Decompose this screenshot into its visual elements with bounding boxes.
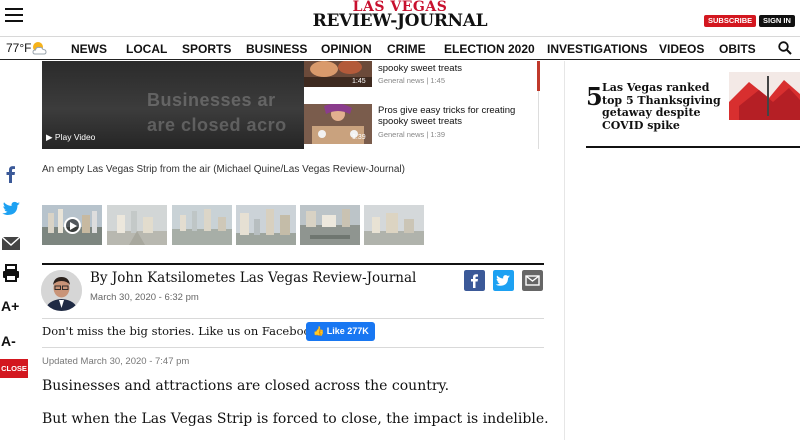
nav-item-obits[interactable]: OBITS xyxy=(719,42,756,56)
play-video-label: Play Video xyxy=(54,132,96,142)
gallery-thumb-image xyxy=(300,205,360,245)
gallery-thumb[interactable] xyxy=(42,205,102,245)
facebook-promo-text: Don't miss the big stories. Like us on F… xyxy=(42,324,322,338)
article-paragraph: But when the Las Vegas Strip is forced t… xyxy=(42,411,549,427)
trending-headline[interactable]: Las Vegas ranked top 5 Thanksgiving geta… xyxy=(602,81,732,132)
publish-date: March 30, 2020 - 6:32 pm xyxy=(90,292,199,303)
play-video-button[interactable]: ▶ Play Video xyxy=(46,132,95,143)
main-nav: 77°F NEWS LOCAL SPORTS BUSINESS OPINION … xyxy=(0,36,800,60)
gallery-thumb[interactable] xyxy=(300,205,360,245)
playlist-title: Pros give easy tricks for creating spook… xyxy=(378,105,516,127)
updated-date: Updated March 30, 2020 - 7:47 pm xyxy=(42,356,190,367)
email-icon[interactable] xyxy=(0,233,22,253)
nav-item-election-2020[interactable]: ELECTION 2020 xyxy=(444,42,535,56)
gallery-thumb[interactable] xyxy=(236,205,296,245)
video-overlay-text: are closed acro xyxy=(147,115,287,135)
play-circle-icon xyxy=(64,217,81,234)
font-decrease-button[interactable]: A- xyxy=(1,333,16,349)
gallery-thumb-image xyxy=(236,205,296,245)
thumbs-up-icon: 👍 xyxy=(313,326,325,336)
gallery-thumb[interactable] xyxy=(107,205,167,245)
byline-outlet: Las Vegas Review-Journal xyxy=(239,270,417,286)
gallery-thumb[interactable] xyxy=(172,205,232,245)
author-link[interactable]: John Katsilometes xyxy=(112,270,236,286)
video-frame[interactable]: Businesses ar are closed acro ▶ Play Vid… xyxy=(42,61,304,149)
like-label: Like xyxy=(326,326,345,336)
weather-temperature[interactable]: 77°F xyxy=(6,41,31,55)
like-count: 277K xyxy=(347,326,369,336)
playlist-meta: General news | 1:45 xyxy=(378,76,445,85)
byline: By John Katsilometes Las Vegas Review-Jo… xyxy=(90,270,416,286)
facebook-like-button[interactable]: 👍 Like 277K xyxy=(306,322,375,341)
gallery-thumb-image xyxy=(172,205,232,245)
nav-item-crime[interactable]: CRIME xyxy=(387,42,426,56)
gallery-thumb[interactable] xyxy=(364,205,424,245)
aside-divider xyxy=(586,146,800,148)
trending-thumbnail[interactable] xyxy=(729,72,800,120)
play-icon: ▶ xyxy=(46,132,53,142)
playlist-duration: 1:45 xyxy=(352,78,366,85)
nav-item-news[interactable]: NEWS xyxy=(71,42,107,56)
video-overlay-text: Businesses ar xyxy=(147,90,276,110)
print-icon[interactable] xyxy=(0,263,22,283)
divider xyxy=(42,318,544,319)
nav-item-opinion[interactable]: OPINION xyxy=(321,42,372,56)
twitter-share-button[interactable] xyxy=(493,270,514,291)
nav-item-videos[interactable]: VIDEOS xyxy=(659,42,704,56)
trending-rank: 5 xyxy=(586,82,603,111)
sign-in-button[interactable]: SIGN IN xyxy=(759,15,795,27)
gallery-thumb-image xyxy=(364,205,424,245)
twitter-icon[interactable] xyxy=(0,199,22,219)
divider xyxy=(42,347,544,348)
facebook-icon[interactable] xyxy=(0,164,22,184)
playlist-item[interactable]: 1:39 Pros give easy tricks for creating … xyxy=(304,104,534,144)
byline-divider xyxy=(42,263,544,265)
site-header: LAS VEGAS REVIEW-JOURNAL SUBSCRIBE SIGN … xyxy=(0,0,800,36)
search-icon[interactable] xyxy=(778,41,792,55)
nav-item-business[interactable]: BUSINESS xyxy=(246,42,307,56)
facebook-share-button[interactable] xyxy=(464,270,485,291)
partly-cloudy-icon xyxy=(32,42,47,55)
column-divider xyxy=(564,61,565,440)
playlist-title: spooky sweet treats xyxy=(378,63,462,74)
nav-item-sports[interactable]: SPORTS xyxy=(182,42,231,56)
playlist-meta: General news | 1:39 xyxy=(378,130,445,139)
font-increase-button[interactable]: A+ xyxy=(1,298,19,314)
playlist-duration: 1:39 xyxy=(352,134,366,141)
logo-line-2: REVIEW-JOURNAL xyxy=(312,11,488,31)
hamburger-menu-icon[interactable] xyxy=(5,8,23,23)
video-playlist: 1:45 spooky sweet treats General news | … xyxy=(304,61,544,149)
close-button[interactable]: CLOSE xyxy=(0,359,28,378)
nav-item-local[interactable]: LOCAL xyxy=(126,42,167,56)
image-caption: An empty Las Vegas Strip from the air (M… xyxy=(42,164,405,175)
byline-prefix: By xyxy=(90,270,108,286)
video-player[interactable]: Businesses ar are closed acro ▶ Play Vid… xyxy=(42,61,544,149)
avatar[interactable] xyxy=(41,270,82,311)
article-paragraph: Businesses and attractions are closed ac… xyxy=(42,378,450,394)
site-logo[interactable]: LAS VEGAS REVIEW-JOURNAL xyxy=(308,0,492,30)
email-share-button[interactable] xyxy=(522,270,543,291)
playlist-scrollbar[interactable] xyxy=(537,61,540,91)
subscribe-button[interactable]: SUBSCRIBE xyxy=(704,15,757,27)
gallery-thumb-image xyxy=(107,205,167,245)
nav-item-investigations[interactable]: INVESTIGATIONS xyxy=(547,42,647,56)
